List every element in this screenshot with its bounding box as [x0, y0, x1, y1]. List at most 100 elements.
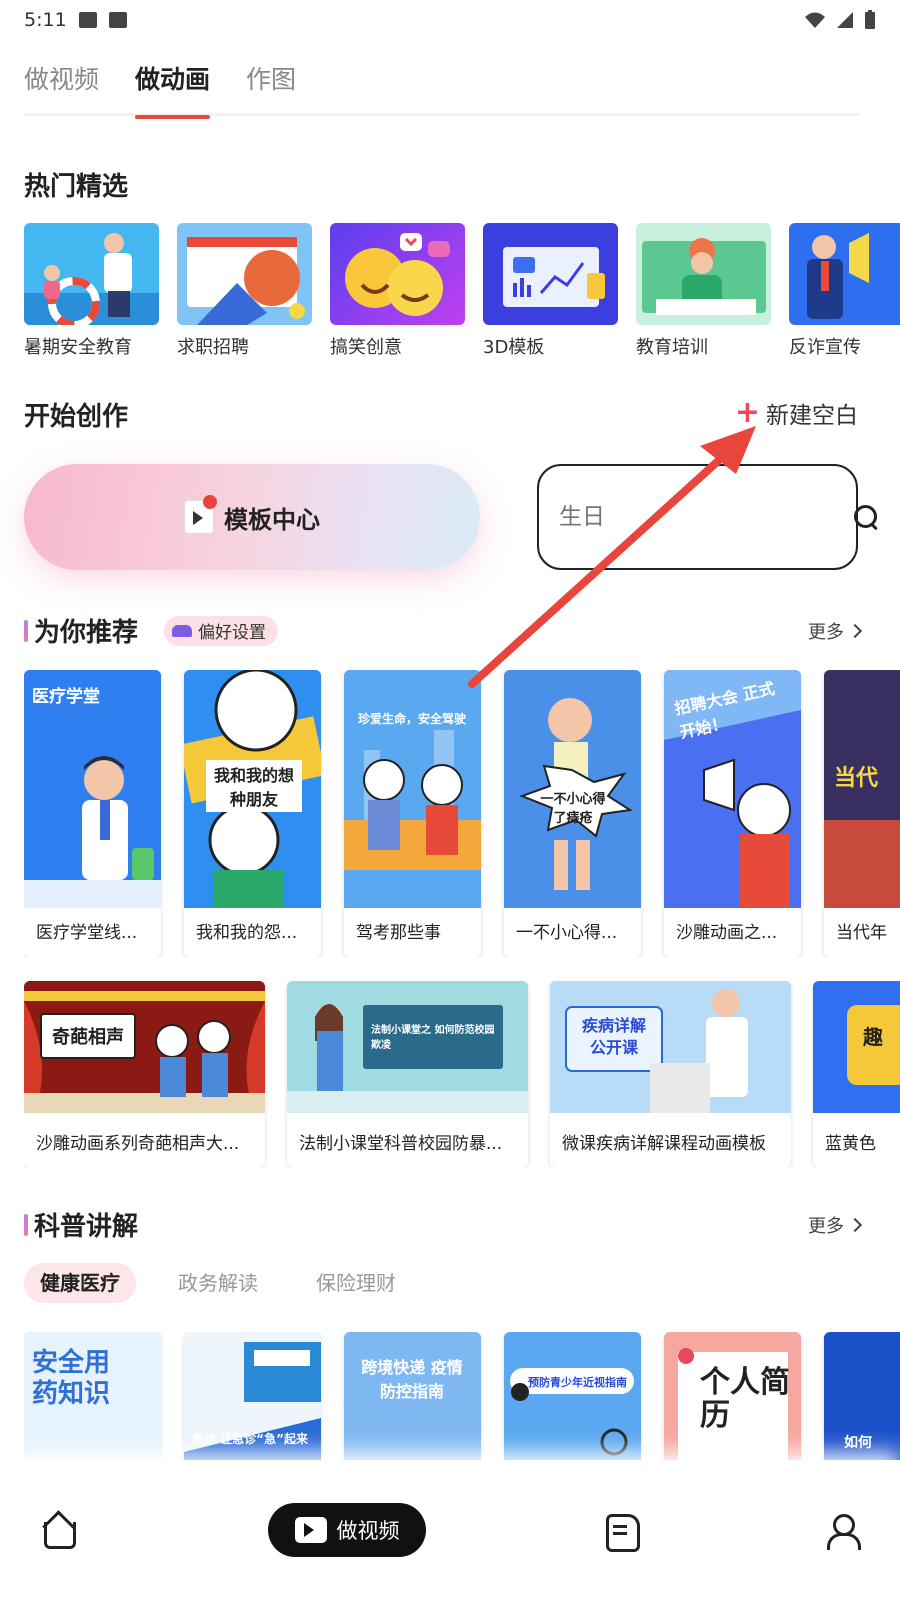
hot-item-job-hiring[interactable]: 求职招聘 [177, 223, 312, 363]
search-input[interactable] [559, 504, 852, 530]
card-label: 沙雕动画系列奇葩相声大... [36, 1134, 240, 1154]
education-illustration [642, 238, 766, 315]
card-thumb-text: 急诊 让急诊“急”起来 [192, 1432, 308, 1446]
card-thumb: 趣 [813, 981, 900, 1113]
recommend-more-link[interactable]: 更多 [808, 618, 863, 644]
more-label: 更多 [808, 1215, 844, 1237]
home-icon[interactable] [40, 1512, 76, 1549]
anti-fraud-illustration [807, 233, 869, 319]
science-card[interactable]: 预防青少年近视指南 [504, 1332, 641, 1472]
eye-care-illustration [510, 1368, 634, 1456]
chip-government[interactable]: 政务解读 [162, 1263, 274, 1303]
recommend-card-list: 医疗学堂 医疗学堂线... 我和我的想种朋友 我和我的怨... 珍爱生命，安全驾… [24, 670, 900, 958]
card-thumb-text: 奇葩相声 [40, 1013, 136, 1059]
card-thumb-text: 预防青少年近视指南 [528, 1376, 627, 1389]
gallery-icon [78, 12, 97, 28]
3d-chart-illustration [503, 247, 605, 307]
card-thumb-text: 珍爱生命，安全驾驶 [358, 712, 467, 726]
recommend-card[interactable]: 我和我的想种朋友 我和我的怨... [184, 670, 321, 958]
recommend-card[interactable]: 招聘大会 正式开始！ 沙雕动画之... [664, 670, 801, 958]
recommend-card[interactable]: 一不小心得了痔疮 一不小心得... [504, 670, 641, 958]
card-thumb-text: 我和我的想种朋友 [206, 760, 302, 812]
card-thumb-text: 如何 [844, 1435, 872, 1451]
template-icon [184, 495, 217, 534]
card-thumb: 奇葩相声 [24, 981, 265, 1113]
recommend-wide-card[interactable]: 奇葩相声 沙雕动画系列奇葩相声大... [24, 981, 265, 1167]
recommend-card[interactable]: 医疗学堂 医疗学堂线... [24, 670, 161, 958]
science-card[interactable]: 如何 [824, 1332, 900, 1472]
profile-icon[interactable] [824, 1512, 861, 1550]
hot-thumb [483, 223, 618, 325]
font-icon [108, 12, 127, 28]
science-card[interactable]: 个人简历 [664, 1332, 801, 1472]
card-thumb-text: 法制小课堂之 如何防范校园欺凌 [371, 1025, 495, 1051]
recommend-header: 为你推荐 偏好设置 更多 [24, 612, 863, 649]
section-accent-bar [24, 1213, 28, 1236]
hot-item-label: 3D模板 [483, 337, 545, 358]
template-center-button[interactable]: 模板中心 [24, 464, 480, 570]
card-label: 医疗学堂线... [36, 923, 138, 943]
hot-section-title: 热门精选 [24, 172, 129, 202]
card-label: 蓝黄色 [825, 1134, 876, 1154]
hot-item-label: 暑期安全教育 [24, 337, 132, 358]
card-thumb: 一不小心得了痔疮 [504, 670, 641, 908]
chevron-right-icon [847, 623, 863, 638]
blue-yellow-illustration [813, 981, 900, 1113]
science-card[interactable]: 安全用药知识 [24, 1332, 161, 1472]
hot-item-label: 求职招聘 [177, 337, 249, 358]
hot-item-education[interactable]: 教育培训 [636, 223, 771, 363]
hot-item-3d-template[interactable]: 3D模板 [483, 223, 618, 363]
recommend-card[interactable]: 当代 当代年 [824, 670, 900, 958]
recommend-wide-card[interactable]: 法制小课堂之 如何防范校园欺凌 法制小课堂科普校园防暴... [287, 981, 528, 1167]
card-thumb-text: 跨境快递 疫情防控指南 [361, 1358, 463, 1401]
driving-test-illustration [344, 670, 481, 908]
preference-label: 偏好设置 [198, 623, 267, 643]
hot-thumb [330, 223, 465, 325]
hot-item-summer-safety[interactable]: 暑期安全教育 [24, 223, 159, 363]
card-label: 当代年 [836, 923, 887, 943]
hot-item-anti-fraud[interactable]: 反诈宣传 [789, 223, 900, 363]
new-blank-label: 新建空白 [766, 403, 858, 429]
card-thumb: 法制小课堂之 如何防范校园欺凌 [287, 981, 528, 1113]
job-hiring-illustration [177, 223, 312, 325]
tab-make-animation[interactable]: 做动画 [135, 58, 211, 119]
new-blank-button[interactable]: + 新建空白 [735, 396, 858, 430]
hot-thumb [636, 223, 771, 325]
search-box [537, 464, 877, 570]
signal-icon [837, 12, 853, 28]
science-card[interactable]: 跨境快递 疫情防控指南 [344, 1332, 481, 1472]
recommend-card[interactable]: 珍爱生命，安全驾驶 驾考那些事 [344, 670, 481, 958]
card-thumb: 我和我的想种朋友 [184, 670, 321, 908]
card-thumb-text: 一不小心得了痔疮 [540, 792, 606, 826]
preference-settings-button[interactable]: 偏好设置 [164, 615, 279, 646]
card-label: 我和我的怨... [196, 923, 298, 943]
science-card-list: 安全用药知识 急诊 让急诊“急”起来 跨境快递 疫情防控指南 预防青少年近视指南… [24, 1332, 900, 1472]
hot-item-funny-creative[interactable]: 搞笑创意 [330, 223, 465, 363]
card-thumb-text: 个人简历 [700, 1365, 790, 1433]
status-time: 5:11 [24, 9, 67, 31]
science-more-link[interactable]: 更多 [808, 1212, 863, 1238]
make-video-button[interactable]: 做视频 [268, 1503, 426, 1557]
hot-item-label: 教育培训 [636, 337, 708, 358]
science-header: 科普讲解 更多 [24, 1206, 863, 1243]
more-label: 更多 [808, 621, 844, 643]
document-icon[interactable] [602, 1512, 640, 1552]
chip-insurance-finance[interactable]: 保险理财 [300, 1263, 412, 1303]
emergency-illustration [184, 1342, 321, 1472]
top-tabs: 做视频 做动画 作图 [24, 58, 860, 119]
science-category-chips: 健康医疗 政务解读 保险理财 [24, 1263, 412, 1303]
preference-icon [172, 624, 193, 637]
battery-icon [865, 10, 875, 29]
hot-thumb [177, 223, 312, 325]
summer-safety-illustration [24, 233, 159, 325]
recommend-wide-card[interactable]: 趣 蓝黄色 [813, 981, 900, 1167]
bottom-navigation: 做视频 [0, 1460, 900, 1600]
wifi-icon [805, 12, 825, 28]
hot-thumb [24, 223, 159, 325]
science-card[interactable]: 急诊 让急诊“急”起来 [184, 1332, 321, 1472]
tab-make-video[interactable]: 做视频 [24, 58, 99, 116]
chip-health-medical[interactable]: 健康医疗 [24, 1263, 136, 1303]
science-title: 科普讲解 [34, 1212, 139, 1242]
tab-make-image[interactable]: 作图 [246, 58, 296, 116]
recommend-wide-card[interactable]: 疾病详解 公开课 微课疾病详解课程动画模板 [550, 981, 791, 1167]
